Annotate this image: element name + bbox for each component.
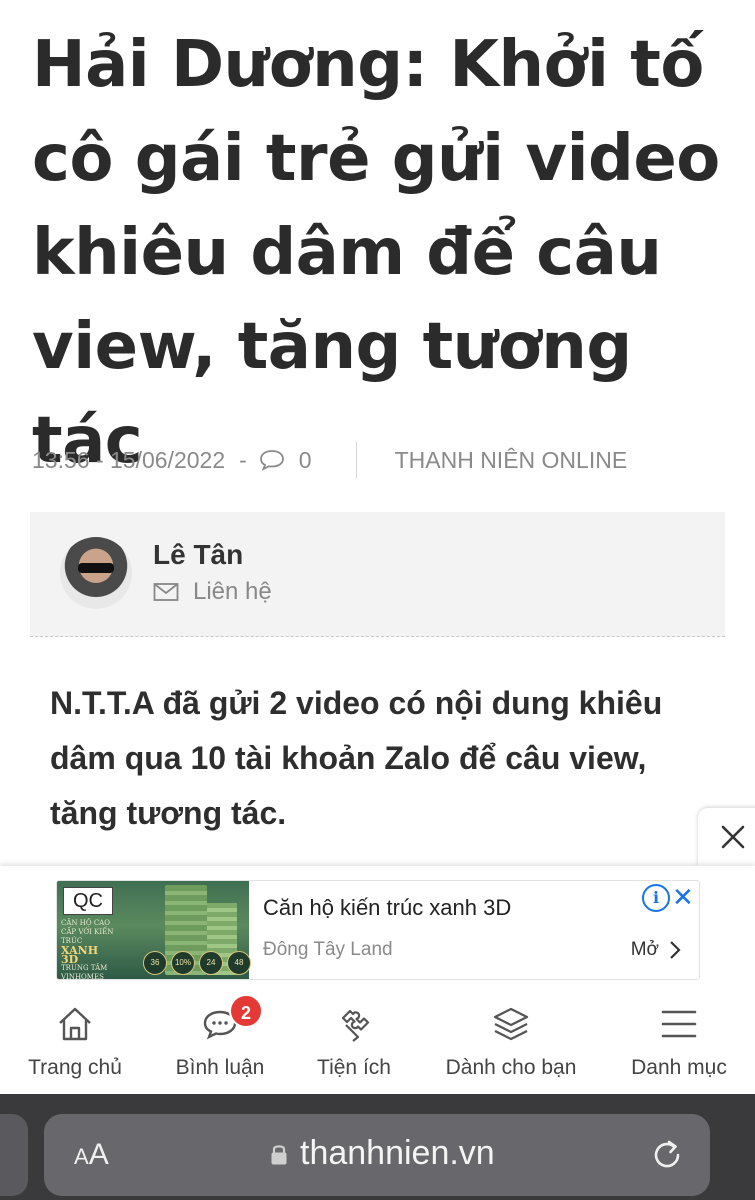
meta-divider	[355, 442, 357, 478]
avatar-sunglasses	[78, 563, 114, 573]
browser-toolbar: AA thanhnien.vn	[0, 1094, 755, 1200]
nav-label-comments: Bình luận	[175, 1056, 265, 1079]
contact-label: Liên hệ	[193, 578, 272, 605]
ad-image[interactable]: QC CĂN HỘ CAO CẤP VỚI KIẾN TRÚC XANH 3D …	[57, 881, 251, 980]
nav-item-utilities[interactable]: Tiện ích	[296, 990, 412, 1094]
ad-image-text: CĂN HỘ CAO CẤP VỚI KIẾN TRÚC XANH 3D TRU…	[61, 919, 119, 980]
ad-qc-label: QC	[63, 887, 113, 915]
mail-icon	[153, 583, 179, 601]
home-icon	[59, 1007, 91, 1041]
ad-info-icon[interactable]: i	[642, 884, 670, 912]
nav-item-for-you[interactable]: Dành cho bạn	[436, 990, 586, 1094]
ad-open-label: Mở	[630, 939, 659, 960]
comment-count[interactable]: 0	[299, 447, 312, 474]
ad-stat-badge: 24	[199, 951, 223, 975]
ad-advertiser: Đông Tây Land	[263, 939, 393, 960]
aa-large: A	[88, 1138, 109, 1171]
ad-stat-badge: 48	[227, 951, 251, 975]
nav-label-home: Trang chủ	[28, 1056, 122, 1079]
author-contact-link[interactable]: Liên hệ	[153, 578, 272, 606]
reader-text-size-button[interactable]: AA	[74, 1138, 109, 1172]
ad-open-button[interactable]: Mở	[631, 939, 681, 961]
ad-image-caption: CĂN HỘ CAO CẤP VỚI KIẾN TRÚC	[61, 919, 114, 945]
lock-icon	[271, 1144, 287, 1164]
author-avatar[interactable]	[60, 537, 132, 609]
chevron-right-icon	[670, 941, 681, 959]
address-bar[interactable]: AA thanhnien.vn	[44, 1114, 710, 1196]
comment-notification-badge: 2	[229, 994, 263, 1028]
ad-card[interactable]: QC CĂN HỘ CAO CẤP VỚI KIẾN TRÚC XANH 3D …	[56, 880, 700, 980]
author-name[interactable]: Lê Tân	[153, 539, 243, 571]
article-sapo: N.T.T.A đã gửi 2 video có nội dung khiêu…	[50, 685, 663, 831]
reload-icon[interactable]	[650, 1138, 684, 1172]
nav-item-home[interactable]: Trang chủ	[14, 990, 136, 1094]
ad-stat-badge: 36	[143, 951, 167, 975]
ad-stat-badge: 10%	[171, 951, 195, 975]
aa-small: A	[74, 1144, 89, 1169]
nav-label-for-you: Dành cho bạn	[445, 1056, 577, 1079]
nav-item-categories[interactable]: Danh mục	[620, 990, 738, 1094]
ad-title[interactable]: Căn hộ kiến trúc xanh 3D	[263, 895, 511, 921]
puzzle-icon	[341, 1009, 370, 1042]
ad-banner: QC CĂN HỘ CAO CẤP VỚI KIẾN TRÚC XANH 3D …	[0, 866, 755, 990]
article-meta: 13:56 - 15/06/2022 - 0 THANH NIÊN ONLINE	[32, 440, 732, 480]
meta-separator: -	[239, 446, 247, 473]
author-box: Lê Tân Liên hệ	[30, 512, 725, 637]
article-source[interactable]: THANH NIÊN ONLINE	[395, 447, 628, 474]
menu-icon	[661, 1010, 697, 1038]
url-text: thanhnien.vn	[300, 1134, 495, 1172]
bottom-navigation: Trang chủ Bình luận Tiện ích Dành cho bạ…	[0, 990, 755, 1094]
ad-stat-badges: 36 10% 24 48	[143, 951, 251, 975]
article-title: Hải Dương: Khởi tố cô gái trẻ gửi video …	[32, 28, 720, 478]
ad-image-brand: XANH 3D	[61, 944, 99, 966]
nav-label-categories: Danh mục	[631, 1056, 727, 1079]
close-icon	[721, 825, 745, 849]
nav-label-utilities: Tiện ích	[317, 1056, 391, 1079]
previous-tab-edge[interactable]	[0, 1114, 28, 1196]
url-display[interactable]: thanhnien.vn	[270, 1134, 495, 1173]
layers-icon	[493, 1007, 529, 1041]
comment-icon[interactable]	[259, 449, 285, 471]
ad-dismiss-icon[interactable]: ✕	[672, 884, 694, 910]
ad-close-button[interactable]	[698, 808, 755, 866]
article-timestamp: 13:56 - 15/06/2022	[32, 446, 226, 473]
ad-image-sub: TRUNG TÂM VINHOMES GRAND PARK	[61, 964, 108, 980]
